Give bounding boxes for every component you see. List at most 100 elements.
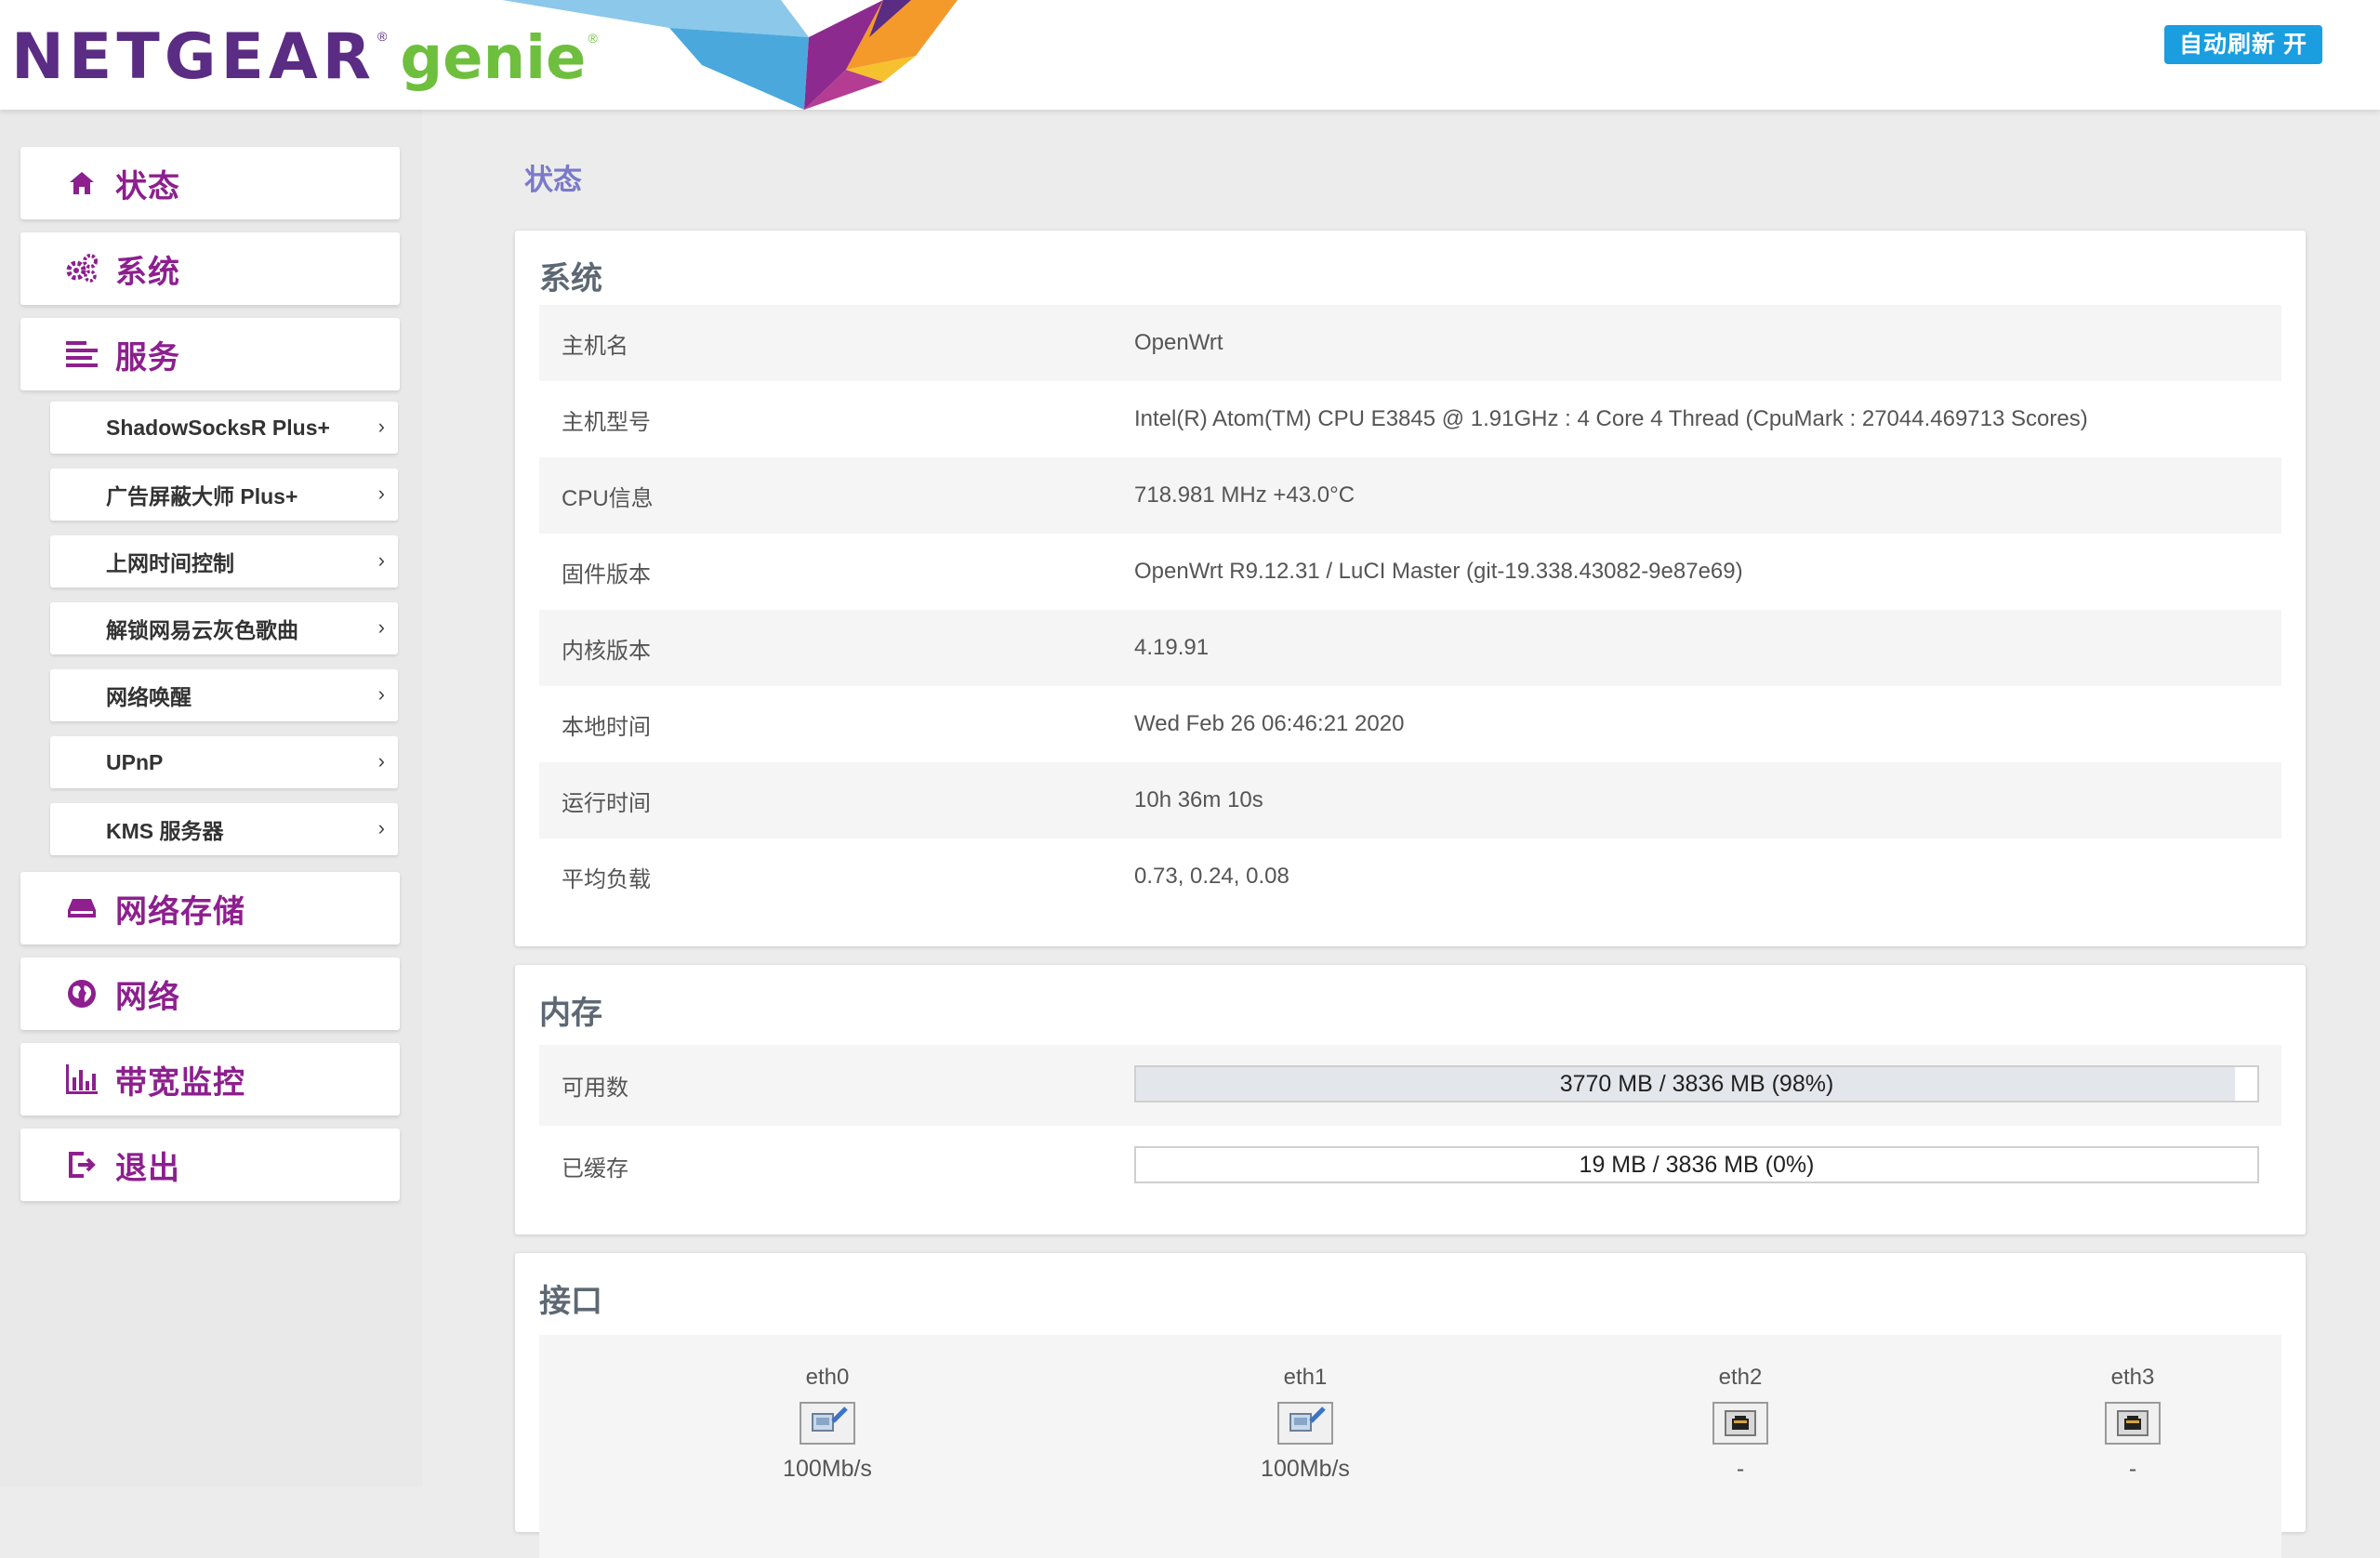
row-key: 平均负载 (562, 866, 651, 892)
panel-title: 接口 (539, 1284, 602, 1319)
row-value: 0.73, 0.24, 0.08 (1134, 864, 1289, 889)
sidebar-subitem-label: 上网时间控制 (106, 551, 234, 575)
ethernet-disconnected-icon (2105, 1402, 2161, 1445)
system-panel: 系统 主机名 OpenWrt 主机型号 Intel(R) Atom(TM) CP… (515, 231, 2306, 946)
ethernet-connected-icon (800, 1402, 855, 1445)
table-row: 主机型号 Intel(R) Atom(TM) CPU E3845 @ 1.91G… (539, 381, 2281, 457)
chevron-right-icon: › (377, 482, 385, 505)
table-row: 可用数 3770 MB / 3836 MB (98%) (539, 1045, 2281, 1126)
table-row: 运行时间 10h 36m 10s (539, 762, 2281, 838)
sidebar-subitem-adblock[interactable]: 广告屏蔽大师 Plus+ › (50, 469, 398, 521)
sidebar-item-network[interactable]: 网络 (20, 957, 400, 1030)
logout-icon (63, 1146, 100, 1183)
progress-text: 3770 MB / 3836 MB (98%) (1559, 1071, 1834, 1097)
row-value: 4.19.91 (1134, 635, 1210, 660)
row-key: 主机型号 (562, 409, 651, 435)
interface-list: eth0 100Mb/s eth1 100Mb/s eth2 - eth3 - (539, 1335, 2281, 1558)
memory-table: 可用数 3770 MB / 3836 MB (98%) 已缓存 19 MB / … (539, 1045, 2281, 1207)
sidebar-subitem-label: 广告屏蔽大师 Plus+ (106, 484, 298, 508)
row-value: 10h 36m 10s (1134, 787, 1263, 812)
table-row: 内核版本 4.19.91 (539, 610, 2281, 686)
chevron-right-icon: › (377, 548, 385, 572)
row-key: 可用数 (562, 1076, 628, 1101)
interface-eth1[interactable]: eth1 100Mb/s (1212, 1365, 1398, 1483)
auto-refresh-toggle[interactable]: 自动刷新 开 (2164, 25, 2322, 64)
sidebar-item-services[interactable]: 服务 (20, 318, 400, 390)
home-icon (63, 165, 100, 202)
memory-cached-bar: 19 MB / 3836 MB (0%) (1134, 1146, 2259, 1183)
interface-name: eth1 (1283, 1365, 1328, 1390)
memory-panel: 内存 可用数 3770 MB / 3836 MB (98%) 已缓存 19 MB… (515, 965, 2306, 1235)
sidebar-subitem-upnp[interactable]: UPnP › (50, 736, 398, 788)
logo-registered-mark: ® (377, 29, 388, 44)
ethernet-connected-icon (1277, 1402, 1333, 1445)
sidebar-subitem-time-control[interactable]: 上网时间控制 › (50, 535, 398, 588)
row-key: CPU信息 (562, 485, 654, 511)
chevron-right-icon: › (377, 615, 385, 639)
sidebar-item-label: 带宽监控 (115, 1064, 245, 1101)
interface-name: eth0 (805, 1365, 850, 1390)
table-row: CPU信息 718.981 MHz +43.0°C (539, 457, 2281, 534)
table-row: 主机名 OpenWrt (539, 305, 2281, 381)
chevron-right-icon: › (377, 682, 385, 706)
interface-speed: - (2128, 1456, 2137, 1482)
table-row: 固件版本 OpenWrt R9.12.31 / LuCI Master (git… (539, 534, 2281, 610)
sidebar-item-logout[interactable]: 退出 (20, 1129, 400, 1201)
chevron-right-icon: › (377, 415, 385, 438)
sidebar-subitem-label: ShadowSocksR Plus+ (106, 415, 330, 440)
row-value: OpenWrt R9.12.31 / LuCI Master (git-19.3… (1134, 559, 1743, 584)
page-title: 状态 (524, 164, 582, 196)
table-row: 平均负载 0.73, 0.24, 0.08 (539, 838, 2281, 915)
interface-speed: - (1736, 1456, 1745, 1482)
logo-netgear-text: NETGEAR (11, 20, 376, 94)
sidebar-item-label: 退出 (115, 1150, 180, 1186)
row-value: Wed Feb 26 06:46:21 2020 (1134, 711, 1405, 736)
sidebar-item-label: 服务 (115, 339, 180, 376)
globe-icon (63, 975, 100, 1012)
chevron-right-icon: › (377, 749, 385, 772)
sidebar-subitem-label: 解锁网易云灰色歌曲 (106, 618, 298, 642)
row-value: OpenWrt (1134, 330, 1223, 355)
row-key: 运行时间 (562, 790, 651, 816)
system-info-table: 主机名 OpenWrt 主机型号 Intel(R) Atom(TM) CPU E… (539, 305, 2281, 915)
row-key: 本地时间 (562, 714, 651, 740)
sidebar-subitem-label: 网络唤醒 (106, 685, 192, 709)
interface-eth3[interactable]: eth3 - (2040, 1365, 2226, 1483)
panel-title: 系统 (539, 261, 602, 297)
row-value: 718.981 MHz +43.0°C (1134, 482, 1355, 508)
sidebar-item-status[interactable]: 状态 (20, 147, 400, 219)
panel-title: 内存 (539, 996, 602, 1031)
sidebar-subitem-kms[interactable]: KMS 服务器 › (50, 803, 398, 855)
row-key: 内核版本 (562, 638, 651, 664)
row-key: 主机名 (562, 333, 628, 359)
sidebar-item-bandwidth[interactable]: 带宽监控 (20, 1043, 400, 1116)
sidebar-subitem-label: UPnP (106, 749, 164, 774)
interface-name: eth3 (2110, 1365, 2155, 1390)
memory-available-bar: 3770 MB / 3836 MB (98%) (1134, 1065, 2259, 1102)
drive-icon (63, 890, 100, 927)
chevron-right-icon: › (377, 816, 385, 839)
sidebar-item-system[interactable]: 系统 (20, 232, 400, 305)
interfaces-panel: 接口 eth0 100Mb/s eth1 100Mb/s eth2 - eth3 (515, 1253, 2306, 1558)
sidebar-subitem-wol[interactable]: 网络唤醒 › (50, 669, 398, 721)
row-value: Intel(R) Atom(TM) CPU E3845 @ 1.91GHz : … (1134, 406, 2088, 431)
sidebar-item-label: 系统 (115, 254, 180, 290)
ethernet-disconnected-icon (1712, 1402, 1768, 1445)
banner-art-graphic (502, 0, 958, 110)
sidebar-item-label: 网络 (115, 979, 180, 1015)
sidebar-subitem-unblock-music[interactable]: 解锁网易云灰色歌曲 › (50, 602, 398, 654)
interface-speed: 100Mb/s (1261, 1456, 1350, 1482)
sidebar-subitem-label: KMS 服务器 (106, 819, 224, 843)
interface-eth0[interactable]: eth0 100Mb/s (734, 1365, 920, 1483)
top-header: NETGEAR ® genie ® 自动刷新 开 (0, 0, 2380, 110)
list-icon (63, 336, 100, 373)
sidebar-item-label: 网络存储 (115, 893, 245, 930)
sidebar-subitem-shadowsocksr[interactable]: ShadowSocksR Plus+ › (50, 402, 398, 454)
table-row: 已缓存 19 MB / 3836 MB (0%) (539, 1126, 2281, 1207)
interface-name: eth2 (1718, 1365, 1763, 1390)
progress-text: 19 MB / 3836 MB (0%) (1579, 1152, 1815, 1178)
interface-eth2[interactable]: eth2 - (1647, 1365, 1833, 1483)
sidebar: 状态 系统 服务 ShadowSocksR Plus+ › 广告屏蔽大师 Plu… (0, 110, 422, 1487)
sidebar-item-storage[interactable]: 网络存储 (20, 872, 400, 944)
gears-icon (63, 250, 100, 287)
